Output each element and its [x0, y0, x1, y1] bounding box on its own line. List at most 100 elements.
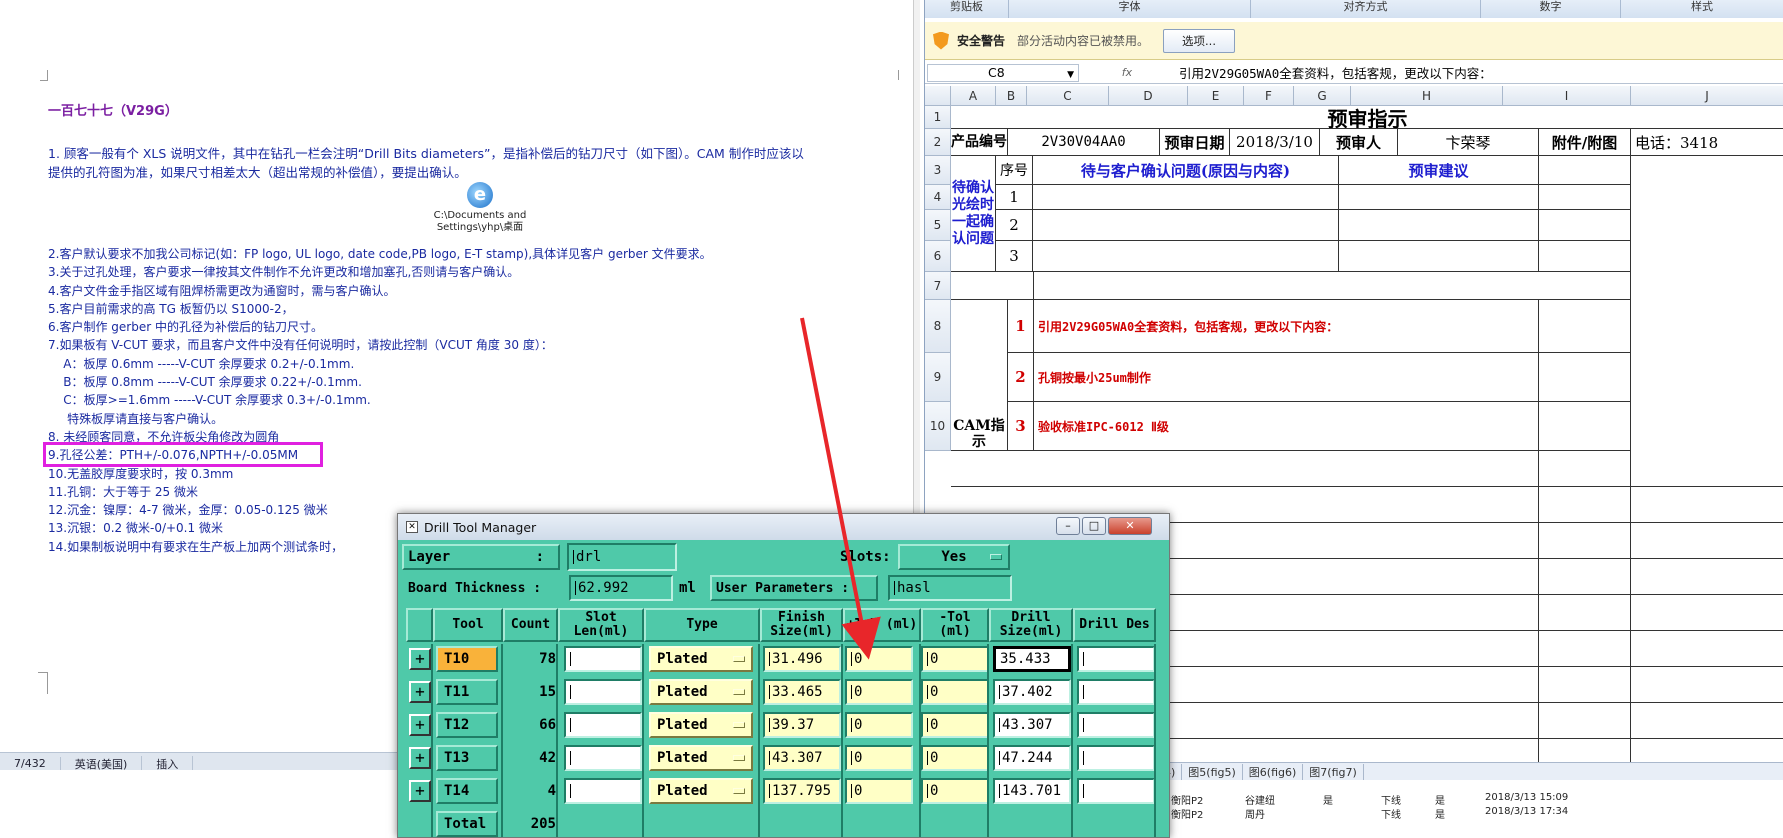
expand-toggle-icon[interactable]: +: [409, 714, 431, 736]
column-header[interactable]: I: [1503, 86, 1631, 106]
attachment-cell[interactable]: [1539, 185, 1631, 210]
minus-tol-field[interactable]: 0: [921, 646, 989, 672]
tool-name[interactable]: T14: [436, 778, 498, 804]
minimize-icon[interactable]: –: [1056, 517, 1080, 535]
drill-size-field[interactable]: 35.433: [993, 646, 1071, 672]
insert-mode[interactable]: 插入: [142, 755, 194, 770]
column-header[interactable]: A: [951, 86, 996, 106]
chevron-down-icon[interactable]: [733, 689, 745, 695]
issue-cell[interactable]: [1033, 185, 1339, 210]
internet-explorer-icon[interactable]: e: [467, 182, 493, 208]
issue-cell[interactable]: [1033, 210, 1339, 241]
ribbon-group-styles[interactable]: 样式: [1621, 0, 1783, 18]
row-header[interactable]: 1: [925, 106, 951, 129]
drill-size-field[interactable]: 43.307: [993, 712, 1071, 738]
empty-cell[interactable]: [1539, 631, 1631, 667]
finish-size-field[interactable]: 31.496: [763, 646, 841, 672]
maximize-icon[interactable]: □: [1082, 517, 1106, 535]
type-dropdown[interactable]: Plated: [649, 778, 753, 804]
tool-name[interactable]: T11: [436, 679, 498, 705]
slots-dropdown[interactable]: Yes: [898, 544, 1010, 570]
type-dropdown[interactable]: Plated: [649, 745, 753, 771]
column-header-0[interactable]: Tool: [433, 608, 503, 642]
drill-size-field[interactable]: 143.701: [993, 778, 1071, 804]
row-header[interactable]: 6: [925, 241, 951, 272]
ribbon-group-number[interactable]: 数字: [1481, 0, 1621, 18]
drill-des-field[interactable]: [1077, 778, 1155, 804]
formula-input[interactable]: 引用2V29G05WA0全套资料，包括客规，更改以下内容：: [1175, 63, 1492, 82]
slot-length-field[interactable]: [564, 712, 642, 738]
finish-size-field[interactable]: 43.307: [763, 745, 841, 771]
column-header[interactable]: H: [1351, 86, 1503, 106]
empty-cell[interactable]: [1539, 300, 1631, 353]
row-header[interactable]: 4: [925, 185, 951, 210]
row-header[interactable]: 10: [925, 402, 951, 451]
drill-size-field[interactable]: 47.244: [993, 745, 1071, 771]
chevron-down-icon[interactable]: [733, 722, 745, 728]
expand-toggle-icon[interactable]: +: [409, 681, 431, 703]
attachment-cell[interactable]: [1539, 241, 1631, 272]
chevron-down-icon[interactable]: [733, 788, 745, 794]
plus-tol-field[interactable]: 0: [845, 646, 913, 672]
slot-length-field[interactable]: [564, 646, 642, 672]
attachment-cell[interactable]: [1539, 210, 1631, 241]
drill-size-field[interactable]: 37.402: [993, 679, 1071, 705]
tool-name[interactable]: T13: [436, 745, 498, 771]
minus-tol-field[interactable]: 0: [921, 679, 989, 705]
empty-cell[interactable]: [1034, 272, 1631, 300]
tool-name[interactable]: T10: [436, 646, 498, 672]
empty-cell[interactable]: [1539, 595, 1631, 631]
close-icon[interactable]: ✕: [1108, 517, 1152, 535]
page-count[interactable]: 7/432: [0, 757, 61, 770]
options-button[interactable]: 选项...: [1163, 28, 1235, 53]
column-header-7[interactable]: Drill Size(ml): [989, 608, 1073, 642]
column-header[interactable]: J: [1631, 86, 1783, 106]
expand-toggle-icon[interactable]: +: [409, 780, 431, 802]
suggestion-cell[interactable]: [1339, 185, 1539, 210]
column-header[interactable]: G: [1294, 86, 1351, 106]
function-icon[interactable]: fx: [1079, 66, 1175, 79]
plus-tol-field[interactable]: 0: [845, 679, 913, 705]
expand-toggle-icon[interactable]: +: [409, 648, 431, 670]
sheet-tab[interactable]: 图6(fig6): [1243, 763, 1304, 780]
chevron-down-icon[interactable]: [733, 755, 745, 761]
drill-des-field[interactable]: [1077, 712, 1155, 738]
column-header[interactable]: E: [1188, 86, 1244, 106]
column-header-1[interactable]: Count: [503, 608, 558, 642]
column-header-2[interactable]: Slot Len(ml): [558, 608, 644, 642]
plus-tol-field[interactable]: 0: [845, 778, 913, 804]
layer-field[interactable]: drl: [567, 543, 677, 571]
column-header[interactable]: C: [1027, 86, 1109, 106]
issue-cell[interactable]: [1033, 241, 1339, 272]
type-dropdown[interactable]: Plated: [649, 646, 753, 672]
finish-size-field[interactable]: 33.465: [763, 679, 841, 705]
window-titlebar[interactable]: ✕ Drill Tool Manager – □ ✕: [398, 514, 1169, 540]
slot-length-field[interactable]: [564, 778, 642, 804]
minus-tol-field[interactable]: 0: [921, 712, 989, 738]
slot-length-field[interactable]: [564, 745, 642, 771]
finish-size-field[interactable]: 39.37: [763, 712, 841, 738]
row-header[interactable]: 8: [925, 300, 951, 353]
board-thickness-field[interactable]: 62.992: [569, 575, 673, 601]
sheet-tab[interactable]: 图5(fig5): [1182, 763, 1243, 780]
column-header-8[interactable]: Drill Des: [1073, 608, 1156, 642]
column-header-5[interactable]: +Tol (ml): [843, 608, 921, 642]
row-header[interactable]: 3: [925, 156, 951, 185]
sheet-tab[interactable]: 图7(fig7): [1303, 763, 1364, 780]
empty-cell[interactable]: [1539, 451, 1631, 487]
plus-tol-field[interactable]: 0: [845, 712, 913, 738]
chevron-down-icon[interactable]: ▼: [1067, 67, 1074, 83]
chevron-down-icon[interactable]: [733, 656, 745, 662]
drill-des-field[interactable]: [1077, 646, 1155, 672]
empty-cell[interactable]: [1539, 523, 1631, 559]
language-indicator[interactable]: 英语(美国): [61, 755, 143, 770]
select-all-corner[interactable]: [925, 86, 951, 106]
minus-tol-field[interactable]: 0: [921, 778, 989, 804]
drill-des-field[interactable]: [1077, 745, 1155, 771]
minus-tol-field[interactable]: 0: [921, 745, 989, 771]
empty-cell[interactable]: [1539, 402, 1631, 451]
empty-cell[interactable]: [1539, 703, 1631, 739]
column-header-3[interactable]: Type: [644, 608, 760, 642]
column-header[interactable]: D: [1109, 86, 1188, 106]
embedded-object[interactable]: e C:\Documents and Settings\yhp\桌面: [420, 182, 540, 234]
